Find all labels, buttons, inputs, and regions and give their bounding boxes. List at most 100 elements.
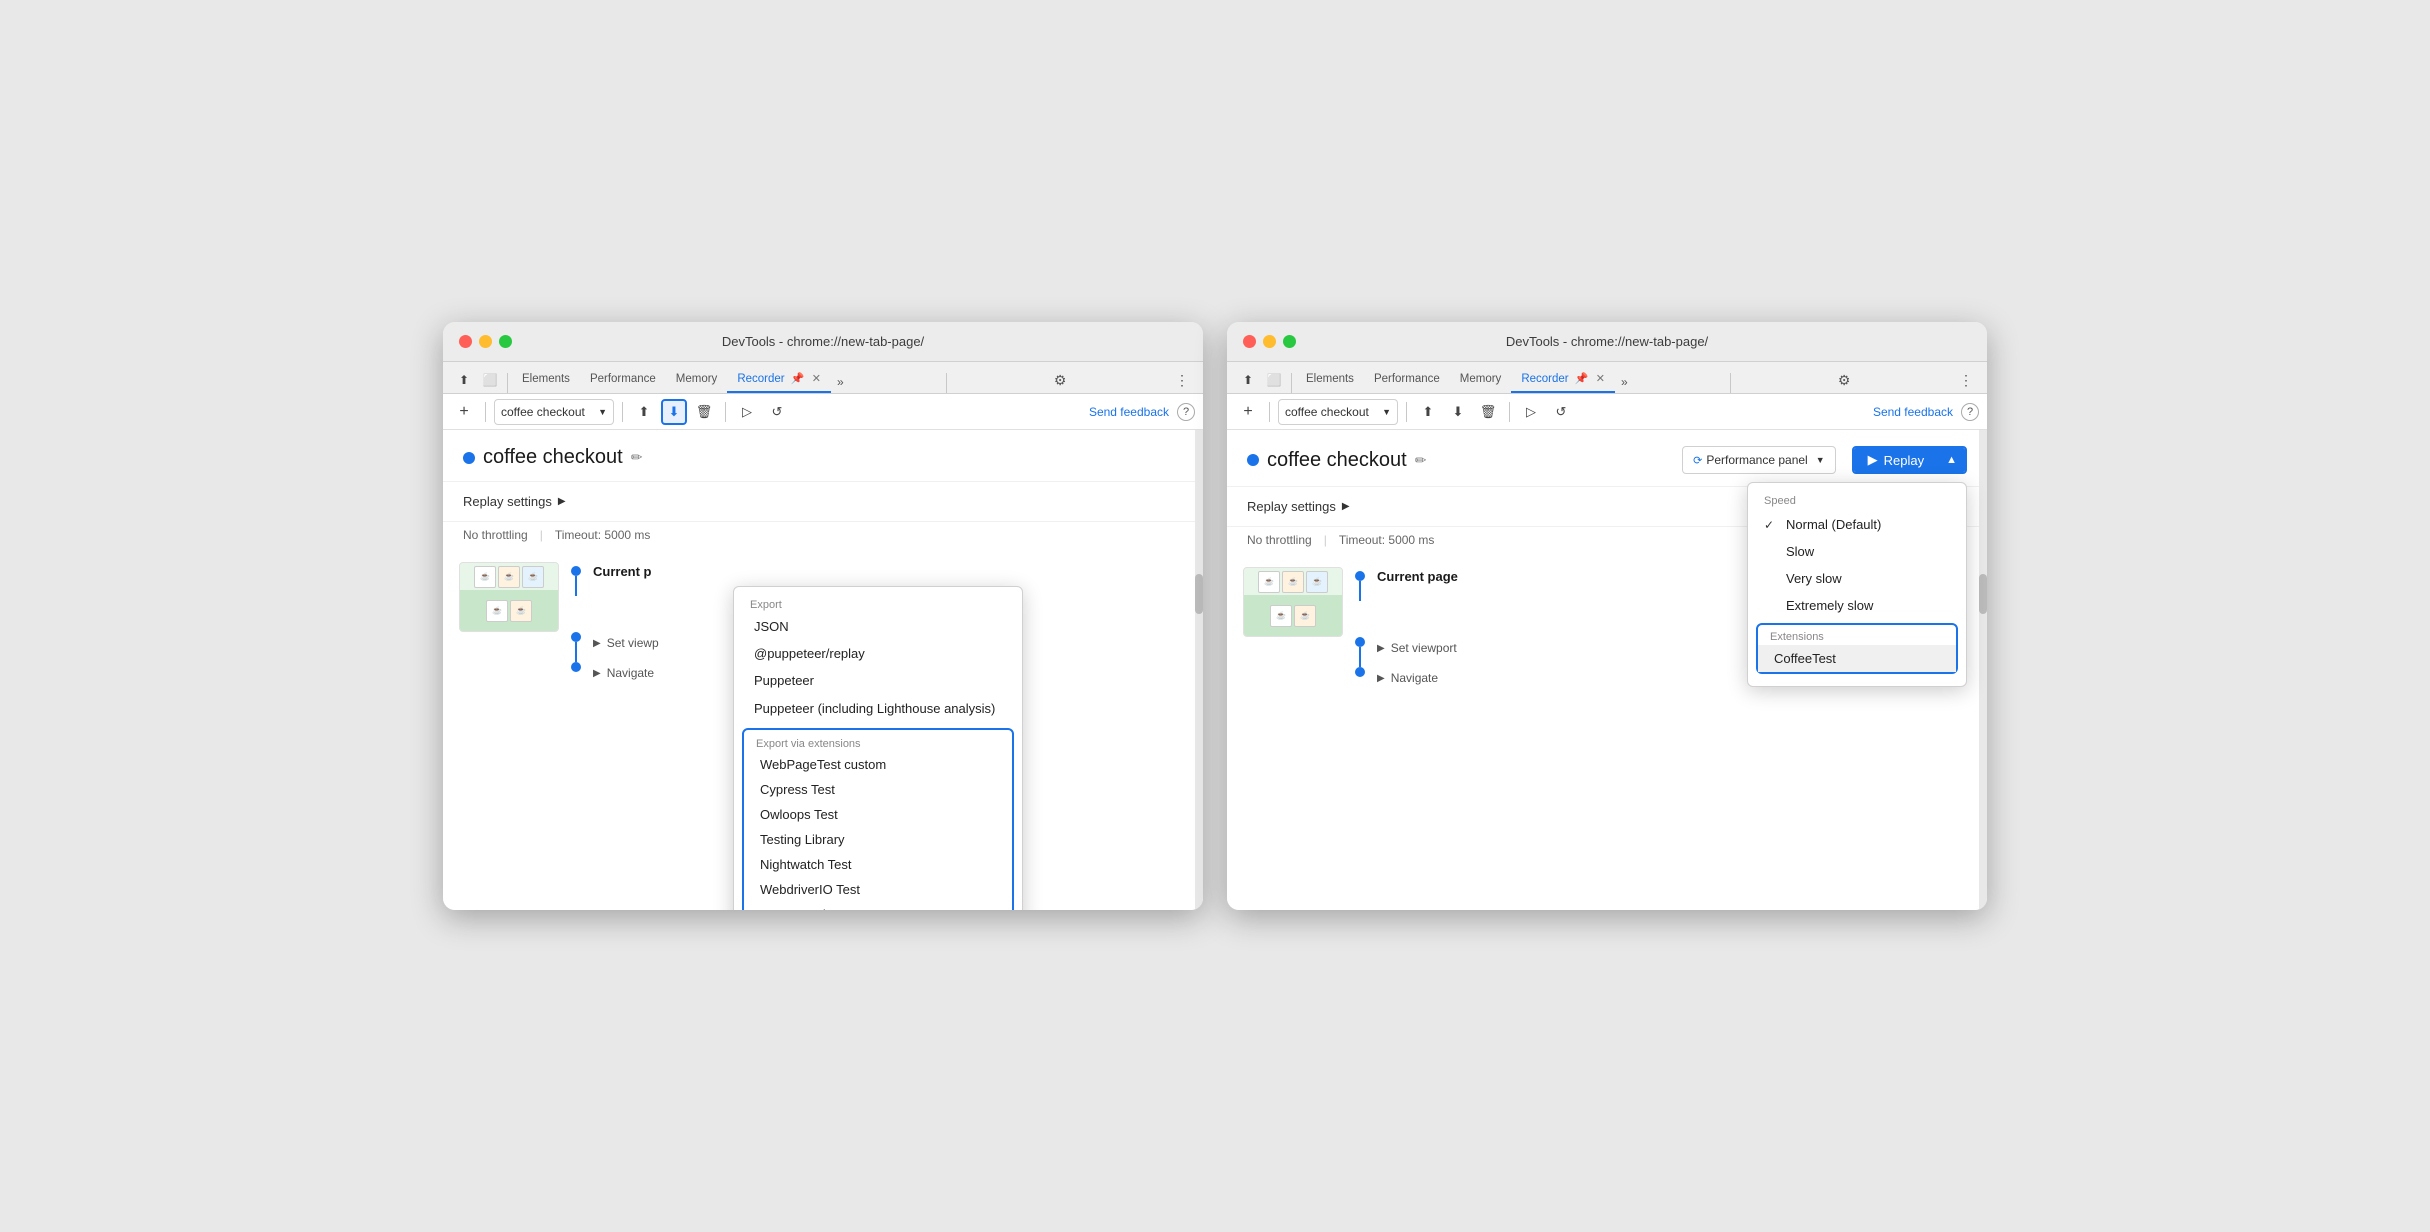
right-window: DevTools - chrome://new-tab-page/ ⬆ ⬜ El… (1227, 322, 1987, 910)
scrollbar-right[interactable] (1979, 430, 1987, 910)
timeline-connector (571, 562, 581, 596)
ext-webpagetest[interactable]: WebPageTest custom (744, 752, 1012, 777)
maximize-button-right[interactable] (1283, 335, 1296, 348)
tab-performance-right[interactable]: Performance (1364, 367, 1450, 393)
ext-testing-library[interactable]: Testing Library (744, 827, 1012, 852)
more-tabs-icon-right[interactable]: » (1615, 371, 1634, 393)
edit-title-icon-right[interactable]: ✏ (1415, 452, 1427, 469)
speed-label: Speed (1748, 491, 1966, 511)
replay-controls: ⟳ Performance panel ▼ ▶ Replay ▲ Speed ✓ (1682, 446, 1967, 474)
tab-recorder-close[interactable]: ✕ (812, 373, 821, 385)
recorder-pin-icon-right: 📌 (1575, 373, 1589, 385)
tab-recorder-right[interactable]: Recorder 📌 ✕ (1511, 366, 1615, 393)
devtools-settings-icon-right[interactable]: ⚙ (1832, 368, 1857, 393)
speed-extensions-box: Extensions CoffeeTest (1756, 623, 1958, 674)
close-button[interactable] (459, 335, 472, 348)
main-content-left: coffee checkout ✏ Replay settings ▶ No t… (443, 430, 1203, 910)
devtools-more-icon-right[interactable]: ⋮ (1953, 368, 1979, 393)
step-chevron-2-right: ▶ (1377, 673, 1385, 684)
tab-performance-left[interactable]: Performance (580, 367, 666, 393)
set-viewport-step[interactable]: ▶ Set viewp (593, 632, 659, 654)
upload-icon-right[interactable]: ⬆ (1415, 399, 1441, 425)
ext-webdriverio[interactable]: WebdriverIO Test (744, 877, 1012, 902)
scrollbar-thumb-right[interactable] (1979, 574, 1987, 614)
inspect-icon[interactable]: ⬜ (477, 367, 503, 393)
timeline-connector-3 (571, 662, 581, 672)
speed-slow-item[interactable]: Slow (1748, 538, 1966, 565)
devtools-tab-bar-left: ⬆ ⬜ Elements Performance Memory Recorder… (443, 362, 1203, 394)
minimize-button-right[interactable] (1263, 335, 1276, 348)
replay-main-btn[interactable]: ▶ Replay (1854, 448, 1938, 472)
step-line (575, 576, 577, 596)
export-puppeteer-replay-item[interactable]: @puppeteer/replay (734, 640, 1022, 667)
ext-nightwatch[interactable]: Nightwatch Test (744, 852, 1012, 877)
export-dropdown: Export JSON @puppeteer/replay Puppeteer … (733, 586, 1023, 910)
speed-extremely-slow-item[interactable]: Extremely slow (1748, 592, 1966, 619)
delete-icon-right[interactable]: 🗑 (1475, 399, 1501, 425)
timeline-connector-right (1355, 567, 1365, 601)
replay-loop-icon[interactable]: ↺ (764, 399, 790, 425)
minimize-button[interactable] (479, 335, 492, 348)
scrollbar-thumb-left[interactable] (1195, 574, 1203, 614)
export-btn[interactable]: ⬇ (661, 399, 687, 425)
replay-meta-left: No throttling | Timeout: 5000 ms (443, 522, 1203, 554)
inspect-icon-right[interactable]: ⬜ (1261, 367, 1287, 393)
recorder-toolbar-left: + coffee checkout ▼ ⬆ ⬇ 🗑 ▷ ↺ Send feedb… (443, 394, 1203, 430)
step-replay-icon[interactable]: ▷ (734, 399, 760, 425)
tab-recorder-close-right[interactable]: ✕ (1596, 373, 1605, 385)
send-feedback-link-left[interactable]: Send feedback (1089, 405, 1169, 419)
export-puppeteer-item[interactable]: Puppeteer (734, 667, 1022, 694)
delete-icon[interactable]: 🗑 (691, 399, 717, 425)
ext-owloops[interactable]: Owloops Test (744, 802, 1012, 827)
step-thumbnail-left: ☕ ☕ ☕ ☕ ☕ (459, 562, 559, 632)
help-icon-right[interactable]: ? (1961, 403, 1979, 421)
timeline-connector-2-right (1355, 637, 1365, 667)
tab-recorder-left[interactable]: Recorder 📌 ✕ (727, 366, 831, 393)
recording-selector-right[interactable]: coffee checkout ▼ (1278, 399, 1398, 425)
speed-extensions-label: Extensions (1758, 625, 1956, 645)
step-dot-2-right (1355, 637, 1365, 647)
replay-dropdown-btn[interactable]: ▲ (1938, 448, 1965, 472)
step-line-2-right (1359, 647, 1361, 667)
tab-elements-left[interactable]: Elements (512, 367, 580, 393)
navigate-step[interactable]: ▶ Navigate (593, 662, 654, 684)
speed-normal-item[interactable]: ✓ Normal (Default) (1748, 511, 1966, 538)
close-button-right[interactable] (1243, 335, 1256, 348)
tab-memory-left[interactable]: Memory (666, 367, 728, 393)
more-tabs-icon[interactable]: » (831, 371, 850, 393)
step-replay-icon-right[interactable]: ▷ (1518, 399, 1544, 425)
edit-title-icon[interactable]: ✏ (631, 449, 643, 466)
maximize-button[interactable] (499, 335, 512, 348)
ext-cypress[interactable]: Cypress Test (744, 777, 1012, 802)
export-json-item[interactable]: JSON (734, 613, 1022, 640)
help-icon-left[interactable]: ? (1177, 403, 1195, 421)
upload-icon[interactable]: ⬆ (631, 399, 657, 425)
recording-header-right: coffee checkout ✏ ⟳ Performance panel ▼ … (1227, 430, 1987, 487)
scrollbar-left[interactable] (1195, 430, 1203, 910)
devtools-more-icon[interactable]: ⋮ (1169, 368, 1195, 393)
add-recording-btn-right[interactable]: + (1235, 399, 1261, 425)
add-recording-btn[interactable]: + (451, 399, 477, 425)
chevron-down-icon: ▼ (598, 407, 607, 417)
tab-elements-right[interactable]: Elements (1296, 367, 1364, 393)
title-bar-left: DevTools - chrome://new-tab-page/ (443, 322, 1203, 362)
export-puppeteer-lighthouse-item[interactable]: Puppeteer (including Lighthouse analysis… (734, 694, 1022, 724)
send-feedback-link-right[interactable]: Send feedback (1873, 405, 1953, 419)
tab-memory-right[interactable]: Memory (1450, 367, 1512, 393)
cursor-icon-right[interactable]: ⬆ (1235, 367, 1261, 393)
recording-selector-left[interactable]: coffee checkout ▼ (494, 399, 614, 425)
left-window: DevTools - chrome://new-tab-page/ ⬆ ⬜ El… (443, 322, 1203, 910)
replay-loop-icon-right[interactable]: ↺ (1548, 399, 1574, 425)
cursor-icon[interactable]: ⬆ (451, 367, 477, 393)
export-icon-right[interactable]: ⬇ (1445, 399, 1471, 425)
traffic-lights-right (1243, 335, 1296, 348)
play-icon: ▶ (1868, 452, 1878, 468)
devtools-settings-icon[interactable]: ⚙ (1048, 368, 1073, 393)
ext-get-extensions[interactable]: Get extensions... (744, 902, 1012, 910)
performance-panel-btn[interactable]: ⟳ Performance panel ▼ (1682, 446, 1836, 474)
step-dot (571, 566, 581, 576)
replay-settings-row-left[interactable]: Replay settings ▶ (463, 494, 1183, 509)
step-dot-right (1355, 571, 1365, 581)
speed-very-slow-item[interactable]: Very slow (1748, 565, 1966, 592)
coffeetest-item[interactable]: CoffeeTest (1758, 645, 1956, 672)
